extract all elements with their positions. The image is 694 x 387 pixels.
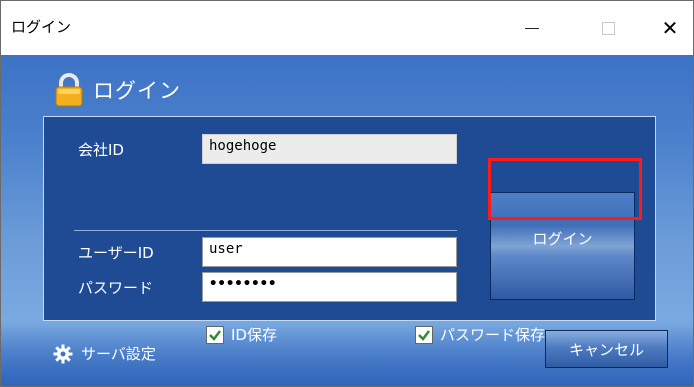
save-password-checkbox[interactable]: パスワード保存 bbox=[415, 324, 545, 345]
maximize-button[interactable] bbox=[585, 1, 631, 55]
close-button[interactable]: ✕ bbox=[647, 1, 693, 55]
dialog-body: ログイン 会社ID hogehoge ユーザーID user パスワード •••… bbox=[1, 55, 693, 386]
save-id-label: ID保存 bbox=[231, 326, 277, 344]
login-button-label: ログイン bbox=[532, 229, 593, 248]
user-id-field[interactable]: user bbox=[202, 237, 457, 267]
save-password-checkmark-icon bbox=[415, 325, 433, 344]
cancel-button[interactable]: キャンセル bbox=[545, 330, 668, 368]
server-settings-link[interactable]: サーバ設定 bbox=[53, 343, 156, 364]
form-divider bbox=[74, 230, 457, 231]
password-field[interactable]: •••••••• bbox=[202, 272, 457, 302]
title-bar: ログイン ✕ bbox=[1, 1, 693, 55]
login-window: ログイン ✕ ログイン 会社ID hogehoge ユーザーID user パス… bbox=[0, 0, 694, 387]
save-id-checkmark-icon bbox=[206, 325, 224, 344]
close-icon: ✕ bbox=[661, 16, 679, 40]
save-id-checkbox[interactable]: ID保存 bbox=[206, 324, 277, 345]
login-panel: 会社ID hogehoge ユーザーID user パスワード ••••••••… bbox=[43, 116, 656, 344]
maximize-icon bbox=[601, 21, 615, 35]
server-settings-label: サーバ設定 bbox=[81, 345, 156, 363]
dialog-heading-text: ログイン bbox=[93, 79, 181, 103]
company-id-field[interactable]: hogehoge bbox=[202, 134, 457, 164]
window-title: ログイン bbox=[11, 18, 72, 36]
password-label: パスワード bbox=[78, 279, 154, 297]
gear-icon bbox=[53, 344, 73, 363]
login-button[interactable]: ログイン bbox=[490, 192, 635, 300]
save-password-label: パスワード保存 bbox=[440, 326, 546, 344]
minimize-button[interactable] bbox=[509, 1, 555, 55]
lock-icon bbox=[55, 73, 83, 107]
company-id-label: 会社ID bbox=[78, 141, 124, 159]
minimize-icon bbox=[525, 27, 539, 29]
dialog-heading: ログイン bbox=[53, 73, 181, 107]
cancel-button-label: キャンセル bbox=[568, 340, 644, 359]
user-id-label: ユーザーID bbox=[78, 244, 154, 262]
